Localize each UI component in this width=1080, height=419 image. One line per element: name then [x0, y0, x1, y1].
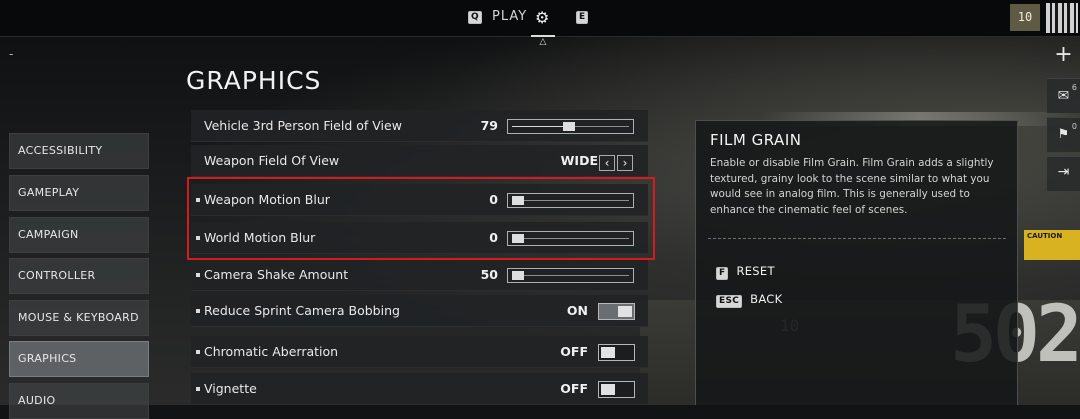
- qr-code-icon: [1046, 3, 1078, 33]
- exit-button[interactable]: ⇥: [1047, 156, 1080, 191]
- sidebar-item-mouse-keyboard[interactable]: MOUSE & KEYBOARD: [9, 300, 149, 336]
- setting-value: 50: [480, 267, 498, 282]
- mail-count: 6: [1071, 83, 1077, 92]
- slider-track: [512, 275, 629, 276]
- info-panel-description: Enable or disable Film Grain. Film Grain…: [710, 157, 994, 216]
- header-dash: -: [9, 47, 14, 61]
- back-label: BACK: [750, 292, 783, 306]
- gift-count: 0: [1071, 122, 1077, 131]
- setting-label: Reduce Sprint Camera Bobbing: [204, 303, 400, 318]
- sidebar-item-graphics[interactable]: GRAPHICS: [9, 341, 149, 377]
- gift-button[interactable]: ⚑ 0: [1047, 117, 1080, 152]
- reset-button[interactable]: F RESET: [716, 264, 775, 280]
- sidebar-item-audio[interactable]: AUDIO: [9, 383, 149, 419]
- setting-value: WIDE: [560, 153, 598, 168]
- setting-value: OFF: [560, 344, 588, 359]
- vehicle-fov-slider[interactable]: [507, 119, 634, 134]
- page-title: GRAPHICS: [186, 66, 322, 95]
- gear-icon[interactable]: ⚙: [535, 8, 549, 27]
- changed-marker: [196, 350, 200, 354]
- exit-icon: ⇥: [1057, 164, 1070, 180]
- changed-marker: [196, 273, 200, 277]
- divider: [708, 238, 1006, 239]
- caution-sign: CAUTION: [1024, 230, 1080, 260]
- sidebar-item-campaign[interactable]: CAMPAIGN: [9, 217, 149, 253]
- toggle-knob: [618, 306, 632, 317]
- setting-row-sprint-bobbing[interactable]: Reduce Sprint Camera Bobbing ON: [191, 295, 648, 327]
- back-key-hint: ESC: [716, 295, 743, 308]
- chromatic-aberration-toggle[interactable]: [598, 344, 635, 361]
- play-tab[interactable]: PLAY: [492, 9, 527, 24]
- slider-fill: [512, 126, 564, 127]
- vignette-toggle[interactable]: [598, 381, 635, 398]
- triangle-up-icon: △: [539, 37, 547, 47]
- player-level-badge: 10: [1010, 4, 1040, 31]
- setting-value: OFF: [560, 381, 588, 396]
- setting-label: Vignette: [204, 381, 257, 396]
- changed-marker: [196, 309, 200, 313]
- reset-key-hint: F: [716, 267, 729, 280]
- setting-label: Vehicle 3rd Person Field of View: [204, 118, 402, 133]
- plus-icon[interactable]: +: [1047, 40, 1080, 72]
- play-key-hint: Q: [468, 11, 482, 24]
- toggle-knob: [601, 384, 615, 395]
- info-panel: FILM GRAIN Enable or disable Film Grain.…: [695, 120, 1018, 405]
- top-bar: Q PLAY ⚙ E 10: [0, 0, 1080, 37]
- setting-value: 79: [480, 118, 498, 133]
- sidebar-item-accessibility[interactable]: ACCESSIBILITY: [9, 133, 149, 169]
- setting-row-weapon-fov[interactable]: Weapon Field Of View WIDE ‹ ›: [191, 145, 648, 177]
- mail-button[interactable]: ✉ 6: [1047, 78, 1080, 113]
- highlight-box: [187, 177, 655, 260]
- reset-label: RESET: [736, 264, 775, 278]
- setting-row-vignette[interactable]: Vignette OFF: [191, 373, 648, 405]
- back-button[interactable]: ESC BACK: [716, 292, 782, 308]
- sidebar-item-gameplay[interactable]: GAMEPLAY: [9, 175, 149, 211]
- slider-thumb[interactable]: [512, 271, 524, 280]
- weapon-fov-selector: ‹ ›: [599, 152, 635, 171]
- gift-icon: ⚑: [1057, 127, 1070, 142]
- setting-label: Camera Shake Amount: [204, 267, 349, 282]
- mail-icon: ✉: [1057, 88, 1070, 104]
- chevron-right-icon[interactable]: ›: [617, 155, 633, 171]
- setting-row-chromatic-aberration[interactable]: Chromatic Aberration OFF: [191, 336, 648, 368]
- setting-row-vehicle-fov[interactable]: Vehicle 3rd Person Field of View 79: [191, 110, 648, 142]
- chevron-left-icon[interactable]: ‹: [599, 155, 615, 171]
- changed-marker: [196, 387, 200, 391]
- sidebar-item-controller[interactable]: CONTROLLER: [9, 258, 149, 294]
- camera-shake-slider[interactable]: [507, 268, 634, 283]
- setting-label: Weapon Field Of View: [204, 153, 340, 168]
- setting-value: ON: [566, 303, 588, 318]
- setting-row-camera-shake[interactable]: Camera Shake Amount 50: [191, 259, 648, 291]
- info-panel-title: FILM GRAIN: [710, 131, 802, 149]
- toggle-knob: [601, 347, 615, 358]
- setting-label: Chromatic Aberration: [204, 344, 339, 359]
- slider-thumb[interactable]: [563, 122, 576, 131]
- sprint-bobbing-toggle[interactable]: [598, 303, 635, 320]
- next-tab-key-hint: E: [576, 11, 589, 24]
